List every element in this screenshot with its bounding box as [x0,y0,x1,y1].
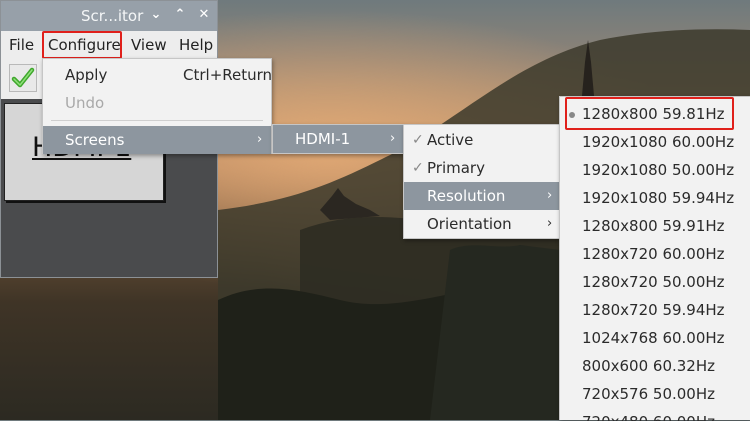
resolution-item[interactable]: 1280x720 60.00Hz [560,240,750,268]
menu-separator [51,120,263,121]
menu-item-label: 1280x720 59.94Hz [582,301,725,319]
apply-button[interactable] [9,64,37,92]
chevron-right-icon: › [257,132,263,147]
menu-item-primary[interactable]: ✓ Primary [404,154,559,182]
menu-item-apply[interactable]: Apply Ctrl+Return [43,61,273,89]
window-title: Scr...itor [81,7,144,25]
hdmi-menu: ✓ Active ✓ Primary Resolution › Orientat… [403,124,560,239]
menu-item-label: 720x576 50.00Hz [582,385,716,403]
chevron-right-icon: › [547,216,553,231]
chevron-right-icon: › [547,188,553,203]
menu-item-hdmi-1[interactable]: HDMI-1 › [273,125,403,153]
resolution-item[interactable]: 1280x800 59.91Hz [560,212,750,240]
menu-item-label: HDMI-1 [295,130,351,148]
menu-item-orientation[interactable]: Orientation › [404,210,559,238]
menu-item-label: 720x480 60.00Hz [582,408,715,421]
resolution-item[interactable]: 1280x720 50.00Hz [560,268,750,296]
resolution-item[interactable]: 1280x720 59.94Hz [560,296,750,324]
resolution-item[interactable]: 1920x1080 60.00Hz [560,128,750,156]
close-button[interactable]: ✕ [195,6,213,24]
menu-item-label: 1920x1080 50.00Hz [582,161,735,179]
check-icon: ✓ [412,160,424,176]
resolution-item[interactable]: 720x576 50.00Hz [560,380,750,408]
minimize-button[interactable]: ⌄ [147,6,165,24]
menu-item-label: Undo [65,94,105,112]
menu-item-label: Resolution [427,187,506,205]
shortcut-label: Ctrl+Return [183,66,273,84]
menu-item-label: Screens [65,131,125,149]
menu-item-screens[interactable]: Screens › [43,126,271,154]
menu-item-label: Primary [427,159,485,177]
menu-item-label: 1920x1080 60.00Hz [582,133,735,151]
menu-item-label: Active [427,131,474,149]
configure-highlight-box [42,31,122,59]
menu-item-resolution[interactable]: Resolution › [404,182,559,210]
maximize-button[interactable]: ⌃ [171,6,189,24]
title-bar[interactable]: Scr...itor ⌄ ⌃ ✕ [1,1,217,31]
screens-menu: HDMI-1 › [272,124,404,154]
menu-file[interactable]: File [9,36,34,54]
check-icon: ✓ [412,132,424,148]
menu-item-label: 1280x720 50.00Hz [582,273,725,291]
menu-item-label: 1920x1080 59.94Hz [582,189,735,207]
menu-item-active[interactable]: ✓ Active [404,126,559,154]
resolution-item[interactable]: 1920x1080 50.00Hz [560,156,750,184]
menu-item-label: Orientation [427,215,512,233]
menu-item-label: 1280x800 59.91Hz [582,217,725,235]
chevron-right-icon: › [390,131,396,146]
resolution-item[interactable]: 1920x1080 59.94Hz [560,184,750,212]
menu-item-label: 1280x720 60.00Hz [582,245,725,263]
menu-help[interactable]: Help [179,36,213,54]
resolution-item[interactable]: 1024x768 60.00Hz [560,324,750,352]
menu-item-label: 800x600 60.32Hz [582,357,716,375]
resolution-item[interactable]: 800x600 60.32Hz [560,352,750,380]
resolution-highlight-box [565,97,734,130]
menu-item-label: Apply [65,66,108,84]
menu-view[interactable]: View [131,36,167,54]
menu-bar: File Configure View Help [1,31,217,59]
checkmark-icon [11,67,35,88]
menu-item-undo[interactable]: Undo [43,89,271,117]
menu-item-label: 1024x768 60.00Hz [582,329,725,347]
configure-menu: Apply Ctrl+Return Undo Screens › [42,58,272,154]
resolution-menu: 1280x800 59.81Hz 1920x1080 60.00Hz 1920x… [559,96,750,421]
resolution-item[interactable]: 720x480 60.00Hz [560,408,750,421]
